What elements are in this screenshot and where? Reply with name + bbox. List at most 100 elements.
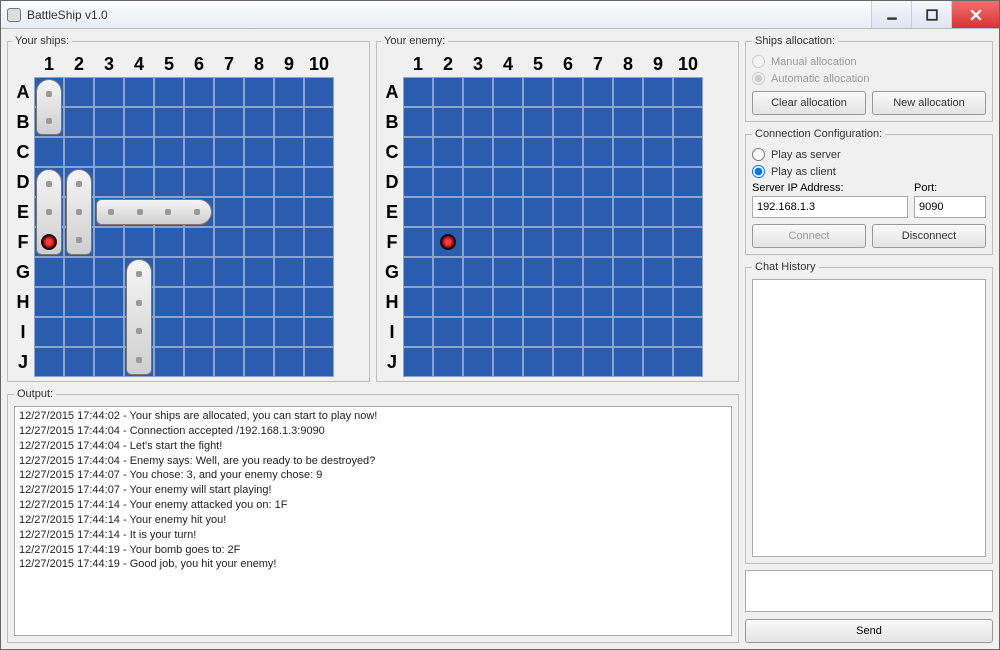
grid-cell[interactable] — [304, 167, 334, 197]
grid-cell[interactable] — [94, 257, 124, 287]
port-input[interactable] — [914, 196, 986, 218]
grid-cell[interactable] — [643, 317, 673, 347]
grid-cell[interactable] — [403, 167, 433, 197]
grid-cell[interactable] — [673, 287, 703, 317]
grid-cell[interactable] — [613, 257, 643, 287]
grid-cell[interactable] — [523, 107, 553, 137]
grid-cell[interactable] — [463, 287, 493, 317]
grid-cell[interactable] — [34, 257, 64, 287]
grid-cell[interactable] — [463, 317, 493, 347]
clear-allocation-button[interactable]: Clear allocation — [752, 91, 866, 115]
close-button[interactable] — [951, 1, 999, 28]
grid-cell[interactable] — [433, 107, 463, 137]
grid-cell[interactable] — [274, 137, 304, 167]
grid-cell[interactable] — [583, 347, 613, 377]
grid-cell[interactable] — [94, 137, 124, 167]
grid-cell[interactable] — [214, 107, 244, 137]
grid-cell[interactable] — [184, 137, 214, 167]
grid-cell[interactable] — [493, 107, 523, 137]
grid-cell[interactable] — [583, 107, 613, 137]
grid-cell[interactable] — [583, 197, 613, 227]
grid-cell[interactable] — [523, 227, 553, 257]
grid-cell[interactable] — [274, 257, 304, 287]
grid-cell[interactable] — [433, 347, 463, 377]
grid-cell[interactable] — [613, 107, 643, 137]
grid-cell[interactable] — [523, 347, 553, 377]
minimize-button[interactable] — [871, 1, 911, 28]
grid-cell[interactable] — [64, 347, 94, 377]
grid-cell[interactable] — [403, 287, 433, 317]
grid-cell[interactable] — [643, 77, 673, 107]
grid-cell[interactable] — [304, 347, 334, 377]
grid-cell[interactable] — [463, 197, 493, 227]
grid-cell[interactable] — [154, 227, 184, 257]
grid-cell[interactable] — [643, 107, 673, 137]
grid-cell[interactable] — [553, 107, 583, 137]
grid-cell[interactable] — [154, 257, 184, 287]
grid-cell[interactable] — [523, 197, 553, 227]
grid-cell[interactable] — [643, 137, 673, 167]
grid-cell[interactable] — [214, 257, 244, 287]
grid-cell[interactable] — [184, 257, 214, 287]
grid-cell[interactable] — [553, 227, 583, 257]
grid-cell[interactable] — [34, 137, 64, 167]
grid-cell[interactable] — [214, 197, 244, 227]
grid-cell[interactable] — [553, 77, 583, 107]
grid-cell[interactable] — [583, 317, 613, 347]
grid-cell[interactable] — [154, 167, 184, 197]
grid-cell[interactable] — [433, 137, 463, 167]
server-ip-input[interactable] — [752, 196, 908, 218]
grid-cell[interactable] — [553, 137, 583, 167]
grid-cell[interactable] — [433, 287, 463, 317]
grid-cell[interactable] — [523, 167, 553, 197]
grid-cell[interactable] — [583, 137, 613, 167]
grid-cell[interactable] — [154, 347, 184, 377]
your-ships-grid[interactable]: 12345678910ABCDEFGHIJ — [12, 51, 365, 377]
send-button[interactable]: Send — [745, 619, 993, 643]
grid-cell[interactable] — [124, 227, 154, 257]
grid-cell[interactable] — [244, 317, 274, 347]
grid-cell[interactable] — [613, 137, 643, 167]
grid-cell[interactable] — [613, 77, 643, 107]
grid-cell[interactable] — [493, 317, 523, 347]
grid-cell[interactable] — [463, 347, 493, 377]
grid-cell[interactable] — [124, 77, 154, 107]
enemy-grid[interactable]: 12345678910ABCDEFGHIJ — [381, 51, 734, 377]
grid-cell[interactable] — [184, 107, 214, 137]
grid-cell[interactable] — [214, 287, 244, 317]
grid-cell[interactable] — [244, 287, 274, 317]
grid-cell[interactable] — [553, 257, 583, 287]
grid-cell[interactable] — [274, 287, 304, 317]
grid-cell[interactable] — [463, 77, 493, 107]
grid-cell[interactable] — [553, 347, 583, 377]
grid-cell[interactable] — [274, 107, 304, 137]
grid-cell[interactable] — [673, 107, 703, 137]
play-server-radio[interactable]: Play as server — [752, 148, 986, 161]
grid-cell[interactable] — [214, 77, 244, 107]
grid-cell[interactable] — [553, 317, 583, 347]
grid-cell[interactable] — [94, 167, 124, 197]
grid-cell[interactable] — [583, 227, 613, 257]
grid-cell[interactable] — [244, 257, 274, 287]
new-allocation-button[interactable]: New allocation — [872, 91, 986, 115]
grid-cell[interactable] — [154, 287, 184, 317]
grid-cell[interactable] — [94, 227, 124, 257]
grid-cell[interactable] — [274, 197, 304, 227]
grid-cell[interactable] — [403, 137, 433, 167]
grid-cell[interactable] — [673, 137, 703, 167]
grid-cell[interactable] — [613, 347, 643, 377]
grid-cell[interactable] — [643, 167, 673, 197]
grid-cell[interactable] — [94, 107, 124, 137]
grid-cell[interactable] — [673, 167, 703, 197]
grid-cell[interactable] — [403, 347, 433, 377]
disconnect-button[interactable]: Disconnect — [872, 224, 986, 248]
grid-cell[interactable] — [184, 227, 214, 257]
grid-cell[interactable] — [613, 167, 643, 197]
grid-cell[interactable] — [613, 317, 643, 347]
grid-cell[interactable] — [34, 347, 64, 377]
grid-cell[interactable] — [433, 317, 463, 347]
grid-cell[interactable] — [274, 347, 304, 377]
play-server-input[interactable] — [752, 148, 765, 161]
grid-cell[interactable] — [673, 347, 703, 377]
grid-cell[interactable] — [304, 107, 334, 137]
